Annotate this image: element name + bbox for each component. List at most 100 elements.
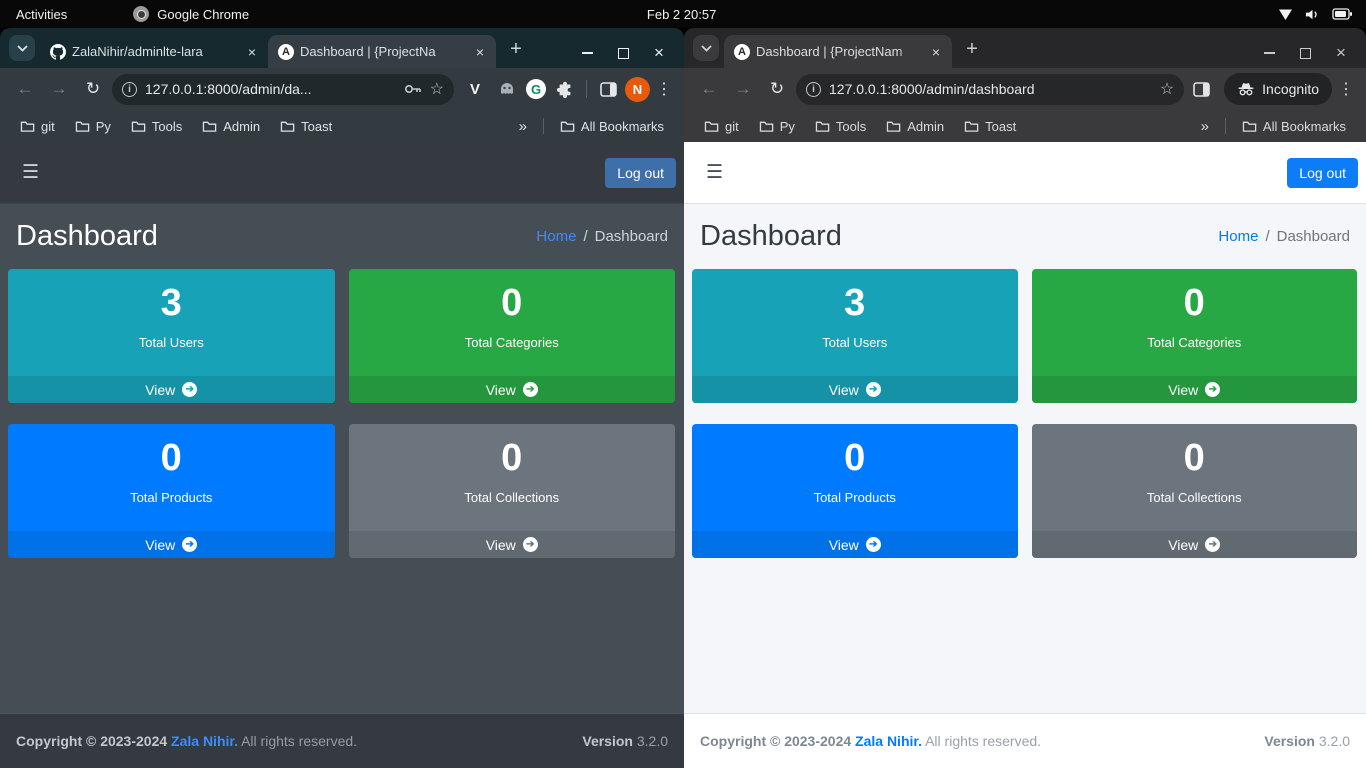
- address-bar[interactable]: i 127.0.0.1:8000/admin/dashboard ☆: [796, 74, 1184, 105]
- view-link[interactable]: View ➔: [349, 376, 676, 403]
- bookmark-label: Admin: [907, 119, 944, 134]
- github-favicon: [50, 44, 66, 60]
- tab-close-icon[interactable]: ×: [244, 44, 260, 60]
- focused-app-indicator[interactable]: Google Chrome: [133, 6, 249, 22]
- tab-search-button[interactable]: [693, 35, 719, 61]
- menu-kebab-icon[interactable]: ⋮: [654, 79, 674, 99]
- arrow-circle-right-icon: ➔: [523, 382, 538, 397]
- folder-icon: [759, 120, 774, 133]
- bookmark-folder-toast[interactable]: Toast: [956, 116, 1024, 137]
- forward-button[interactable]: →: [728, 74, 758, 104]
- stat-cards-grid: 3 Total Users View ➔ 0 Total Categories …: [684, 265, 1366, 558]
- app-footer: Copyright © 2023-2024 Zala Nihir. All ri…: [0, 713, 684, 768]
- author-link[interactable]: Zala Nihir.: [171, 733, 238, 749]
- bookmarks-overflow-chevron[interactable]: »: [511, 118, 535, 135]
- bookmark-folder-tools[interactable]: Tools: [123, 116, 190, 137]
- footer-version-label: Version: [1264, 733, 1315, 749]
- tab-search-button[interactable]: [9, 35, 35, 61]
- incognito-icon: [1237, 82, 1255, 96]
- extension-icon[interactable]: [494, 76, 520, 102]
- bookmark-folder-py[interactable]: Py: [67, 116, 119, 137]
- close-button[interactable]: ×: [652, 46, 666, 60]
- minimize-button[interactable]: [1262, 46, 1276, 60]
- bookmark-folder-admin[interactable]: Admin: [194, 116, 268, 137]
- maximize-button[interactable]: [616, 46, 630, 60]
- minimize-button[interactable]: [580, 46, 594, 60]
- view-label: View: [145, 382, 175, 398]
- view-link[interactable]: View ➔: [1032, 376, 1358, 403]
- tab-close-icon[interactable]: ×: [472, 44, 488, 60]
- menu-kebab-icon[interactable]: ⋮: [1336, 79, 1356, 99]
- back-button[interactable]: ←: [694, 74, 724, 104]
- footer-rights: All rights reserved.: [241, 733, 357, 749]
- site-info-icon[interactable]: i: [122, 82, 137, 97]
- stat-label: Total Users: [8, 335, 335, 350]
- tab-close-icon[interactable]: ×: [928, 44, 944, 60]
- breadcrumb: Home / Dashboard: [1218, 228, 1350, 245]
- back-button[interactable]: ←: [10, 74, 40, 104]
- folder-icon: [75, 120, 90, 133]
- new-tab-button[interactable]: +: [958, 35, 986, 63]
- sidebar-toggle-icon[interactable]: ☰: [700, 157, 729, 188]
- forward-button[interactable]: →: [44, 74, 74, 104]
- bookmark-folder-git[interactable]: git: [12, 116, 63, 137]
- bookmark-folder-admin[interactable]: Admin: [878, 116, 952, 137]
- chrome-window-left: ZalaNihir/adminlte-lara × A Dashboard | …: [0, 28, 684, 768]
- bookmark-folder-toast[interactable]: Toast: [272, 116, 340, 137]
- bookmark-folder-py[interactable]: Py: [751, 116, 803, 137]
- view-link[interactable]: View ➔: [692, 531, 1018, 558]
- profile-avatar[interactable]: N: [625, 77, 650, 102]
- address-bar[interactable]: i 127.0.0.1:8000/admin/da... ☆: [112, 74, 454, 105]
- stat-label: Total Products: [692, 490, 1018, 505]
- vimium-extension-icon[interactable]: V: [462, 76, 488, 102]
- maximize-button[interactable]: [1298, 46, 1312, 60]
- bookmark-star-icon[interactable]: ☆: [430, 79, 444, 99]
- new-tab-button[interactable]: +: [502, 35, 530, 63]
- view-link[interactable]: View ➔: [8, 376, 335, 403]
- stat-value: 0: [8, 437, 335, 481]
- view-link[interactable]: View ➔: [692, 376, 1018, 403]
- tab-dashboard[interactable]: A Dashboard | {ProjectNam ×: [724, 35, 952, 68]
- view-link[interactable]: View ➔: [349, 531, 676, 558]
- reload-button[interactable]: ↻: [762, 74, 792, 104]
- bookmark-folder-tools[interactable]: Tools: [807, 116, 874, 137]
- bookmarks-overflow-chevron[interactable]: »: [1193, 118, 1217, 135]
- tab-dashboard[interactable]: A Dashboard | {ProjectNa ×: [268, 35, 496, 68]
- sidebar-toggle-icon[interactable]: ☰: [16, 157, 45, 188]
- footer-version-value: 3.2.0: [637, 733, 668, 749]
- reload-button[interactable]: ↻: [78, 74, 108, 104]
- side-panel-icon[interactable]: [595, 76, 621, 102]
- content-area: Dashboard Home / Dashboard 3 Total Users…: [684, 204, 1366, 713]
- view-link[interactable]: View ➔: [8, 531, 335, 558]
- saved-password-key-icon[interactable]: [404, 83, 422, 95]
- dashboard-page-dark: ☰ Log out Dashboard Home / Dashboard 3 T…: [0, 142, 684, 768]
- bookmark-label: git: [725, 119, 739, 134]
- activities-button[interactable]: Activities: [16, 7, 67, 22]
- chevron-down-icon: [701, 45, 712, 52]
- stat-value: 3: [8, 282, 335, 326]
- all-bookmarks[interactable]: All Bookmarks: [552, 116, 672, 137]
- browser-toolbar: ← → ↻ i 127.0.0.1:8000/admin/da... ☆ V G…: [0, 68, 684, 110]
- all-bookmarks[interactable]: All Bookmarks: [1234, 116, 1354, 137]
- close-button[interactable]: ×: [1334, 46, 1348, 60]
- author-link[interactable]: Zala Nihir.: [855, 733, 922, 749]
- extensions-puzzle-icon[interactable]: [552, 76, 578, 102]
- logout-button[interactable]: Log out: [605, 158, 676, 188]
- side-panel-icon[interactable]: [1188, 76, 1214, 102]
- view-link[interactable]: View ➔: [1032, 531, 1358, 558]
- tab-github-repo[interactable]: ZalaNihir/adminlte-lara ×: [40, 35, 268, 68]
- stat-card-total-categories: 0 Total Categories View ➔: [349, 269, 676, 403]
- stat-label: Total Categories: [1032, 335, 1358, 350]
- url-text: 127.0.0.1:8000/admin/da...: [145, 81, 396, 97]
- breadcrumb-home-link[interactable]: Home: [536, 228, 576, 245]
- clock[interactable]: Feb 2 20:57: [647, 7, 716, 22]
- site-info-icon[interactable]: i: [806, 82, 821, 97]
- grammarly-extension-icon[interactable]: G: [526, 79, 546, 99]
- system-status-area[interactable]: [1278, 0, 1352, 28]
- logout-button[interactable]: Log out: [1287, 158, 1358, 188]
- stat-value: 0: [349, 437, 676, 481]
- breadcrumb-home-link[interactable]: Home: [1218, 228, 1258, 245]
- stat-label: Total Products: [8, 490, 335, 505]
- bookmark-folder-git[interactable]: git: [696, 116, 747, 137]
- bookmark-star-icon[interactable]: ☆: [1160, 79, 1174, 99]
